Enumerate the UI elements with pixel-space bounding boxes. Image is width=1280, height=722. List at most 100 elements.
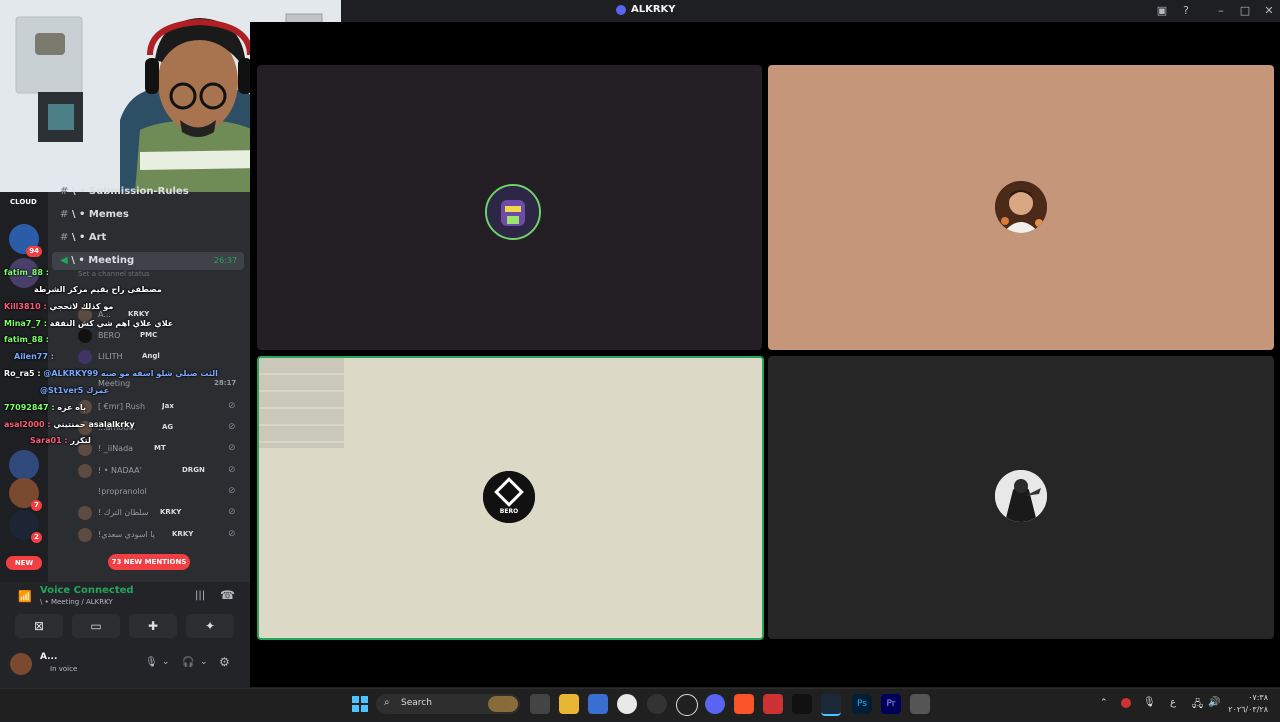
activities-button[interactable]: ✚: [129, 614, 177, 638]
chat-line: @St1ver5 عمرك: [40, 386, 109, 395]
server-icon[interactable]: 94: [9, 224, 42, 257]
cat-mascot-icon: [487, 186, 539, 238]
steam-icon[interactable]: [821, 694, 841, 716]
new-mentions-pill[interactable]: 73 NEW MENTIONS: [108, 554, 190, 570]
participant-tile[interactable]: [768, 65, 1274, 350]
voice-status[interactable]: Voice Connected: [40, 585, 134, 596]
clock-time[interactable]: ٠٧:٣٨: [1228, 693, 1268, 702]
participant-tile[interactable]: [768, 356, 1274, 639]
volume-icon[interactable]: 🔊: [1208, 697, 1220, 708]
unread-badge: 94: [26, 246, 42, 257]
server-icon[interactable]: 2: [9, 510, 42, 543]
obs-icon[interactable]: [676, 694, 698, 716]
windows-logo-icon: [352, 696, 368, 712]
voice-member[interactable]: [ €mr] Rush Jax ⊘: [78, 398, 248, 416]
settings-gear-icon[interactable]: ⚙: [219, 655, 230, 669]
chevron-down-icon[interactable]: ⌄: [162, 657, 170, 667]
server-icon[interactable]: [9, 450, 39, 480]
member-tag: KRKY: [172, 530, 194, 538]
chat-user: Mina7_7 :: [4, 319, 47, 328]
network-icon[interactable]: 🖧: [1192, 697, 1203, 714]
voice-member[interactable]: ! سلطان الترك KRKY ⊘: [78, 504, 248, 522]
channel-item[interactable]: # \ • Art: [60, 232, 106, 243]
user-name[interactable]: A...: [40, 652, 57, 662]
avatar: [78, 329, 92, 343]
chat-line: Kill​3810 : مو كذلك لاتحجي: [4, 302, 113, 311]
chat-line: fatim_88 :: [4, 268, 49, 277]
voice-member[interactable]: ! • NADAA' DRGN ⊘: [78, 462, 248, 480]
app-icon[interactable]: [910, 694, 930, 714]
camera-toggle-button[interactable]: ⊠: [15, 614, 63, 638]
chevron-up-icon[interactable]: ⌃: [1100, 698, 1108, 708]
camera-off-icon: ⊠: [33, 619, 45, 633]
chrome-icon[interactable]: [617, 694, 637, 714]
member-name: ! سلطان الترك: [98, 508, 149, 517]
disconnect-icon[interactable]: ☎: [220, 588, 235, 602]
capcut-icon[interactable]: [792, 694, 812, 714]
participant-tile-speaking[interactable]: BERO: [257, 356, 764, 640]
chevron-down-icon[interactable]: ⌄: [200, 657, 208, 667]
soundboard-button[interactable]: ✦: [186, 614, 234, 638]
participant-tile[interactable]: [257, 65, 762, 350]
minimize-icon[interactable]: –: [1214, 4, 1228, 18]
new-unreads-pill[interactable]: NEW: [6, 556, 42, 570]
help-icon[interactable]: ?: [1179, 4, 1193, 18]
app-icon[interactable]: [763, 694, 783, 714]
discord-taskbar-icon[interactable]: [705, 694, 725, 714]
taskbar-search[interactable]: ⌕ Search: [376, 694, 520, 714]
channel-label: \ • Meeting: [71, 255, 135, 266]
start-button[interactable]: [350, 694, 370, 714]
chat-message: مصطفى راح يقيم مركز الشرطة: [34, 285, 162, 294]
member-tag: PMC: [140, 331, 158, 339]
user-status: In voice: [50, 665, 78, 673]
voice-member[interactable]: BERO PMC: [78, 327, 248, 345]
clock-date[interactable]: ٢٠٢٦/٠٣/٢٨: [1224, 705, 1268, 714]
member-tag: MT: [154, 444, 166, 452]
search-highlight-icon: [488, 696, 518, 712]
channel-status-placeholder[interactable]: Set a channel status: [78, 270, 150, 278]
search-label: Search: [401, 698, 432, 708]
channel-label: \ • Art: [71, 232, 107, 243]
voice-member[interactable]: LILITH Angl: [78, 348, 248, 366]
signal-icon[interactable]: 📶: [18, 590, 32, 603]
maximize-icon[interactable]: □: [1238, 4, 1252, 18]
channel-item[interactable]: # \ • Memes: [60, 209, 129, 220]
voice-member[interactable]: ! _iiNada MT ⊘: [78, 440, 248, 458]
file-explorer-icon[interactable]: [559, 694, 579, 714]
photoshop-icon[interactable]: Ps: [852, 694, 872, 714]
discord-icon: [616, 5, 626, 15]
member-tag: Angl: [142, 352, 160, 360]
inbox-icon[interactable]: ▣: [1155, 4, 1169, 18]
channel-item[interactable]: # \ • Submission-Rules: [60, 186, 189, 197]
window-title: ALKRKY: [631, 4, 676, 15]
avatar: [78, 464, 92, 478]
bero-logo-icon: [483, 471, 535, 523]
task-view-icon[interactable]: [530, 694, 550, 714]
screen-share-button[interactable]: ▭: [72, 614, 120, 638]
activities-icon: ✚: [147, 619, 159, 633]
member-name: !يا اسودي سعدي: [98, 530, 155, 539]
microphone-tray-icon[interactable]: 🎙: [1143, 697, 1156, 708]
voice-location[interactable]: \ • Meeting / ALKRKY: [40, 598, 113, 606]
language-indicator[interactable]: ع: [1170, 697, 1176, 708]
chat-user: 77092847 :: [4, 403, 55, 412]
avatar[interactable]: [10, 653, 32, 675]
voice-member[interactable]: !يا اسودي سعدي KRKY ⊘: [78, 526, 248, 544]
chat-message: باه عزه: [57, 403, 86, 412]
close-icon[interactable]: ✕: [1262, 4, 1276, 18]
voice-channel-item[interactable]: ◀ \ • Meeting: [60, 255, 134, 266]
microphone-icon[interactable]: 🎙: [145, 657, 158, 668]
chat-user: asal2000 :: [4, 420, 51, 429]
unread-badge: 2: [31, 532, 42, 543]
headphones-icon[interactable]: 🎧: [182, 657, 194, 668]
search-icon: ⌕: [384, 697, 390, 708]
noise-suppression-icon[interactable]: |||: [195, 590, 205, 601]
app-icon[interactable]: [647, 694, 667, 714]
premiere-icon[interactable]: Pr: [881, 694, 901, 714]
voice-member[interactable]: !propranolol ⊘: [78, 483, 248, 501]
chat-line: Sara01 : لتكرر: [30, 436, 91, 445]
tray-app-icon[interactable]: [1121, 698, 1131, 708]
brave-icon[interactable]: [734, 694, 754, 714]
server-icon[interactable]: 7: [9, 478, 42, 511]
store-icon[interactable]: [588, 694, 608, 714]
